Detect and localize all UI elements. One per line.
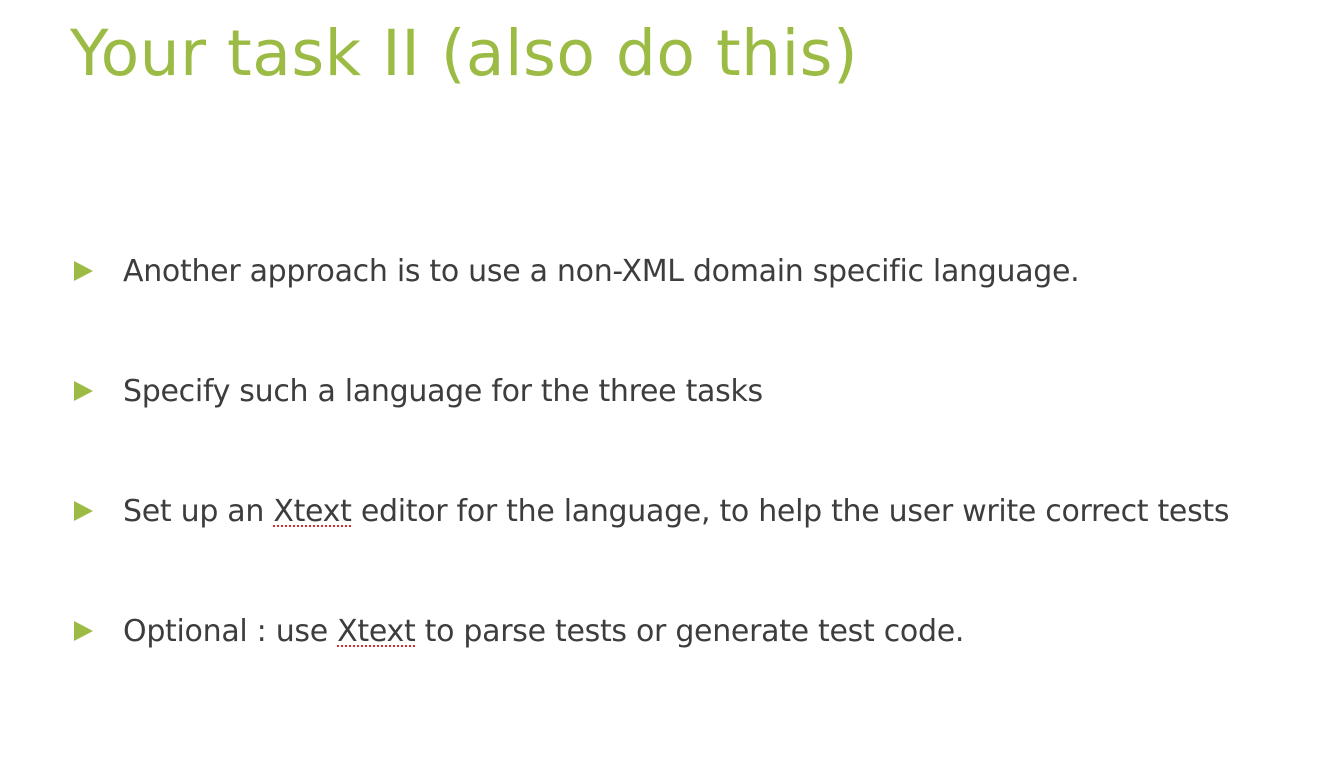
triangle-right-icon xyxy=(74,261,93,281)
bullet-item: Set up an Xtext editor for the language,… xyxy=(74,489,1230,533)
bullet-text: Optional : use Xtext to parse tests or g… xyxy=(123,614,964,649)
bullet-text: Set up an Xtext editor for the language,… xyxy=(123,493,1230,529)
bullet-text: Specify such a language for the three ta… xyxy=(123,374,763,409)
bullet-text: Another approach is to use a non-XML dom… xyxy=(123,253,1080,289)
slide: Your task II (also do this) Another appr… xyxy=(0,0,1342,770)
bullet-text-segment: Optional : use xyxy=(123,613,338,649)
triangle-right-icon xyxy=(74,501,93,521)
bullet-text-segment: to parse tests or generate test code. xyxy=(415,613,965,649)
triangle-right-icon xyxy=(74,621,93,641)
bullet-text-segment: Set up an xyxy=(123,493,274,529)
bullet-text-segment: editor for the language, to help the use… xyxy=(351,493,1230,529)
bullet-list: Another approach is to use a non-XML dom… xyxy=(0,0,1342,770)
bullet-text-segment: Specify such a language for the three ta… xyxy=(123,373,763,409)
spellcheck-flagged-word[interactable]: Xtext xyxy=(337,614,416,649)
triangle-right-icon xyxy=(74,381,93,401)
bullet-item: Specify such a language for the three ta… xyxy=(74,369,763,413)
bullet-item: Optional : use Xtext to parse tests or g… xyxy=(74,609,964,653)
spellcheck-flagged-word[interactable]: Xtext xyxy=(273,494,352,529)
bullet-text-segment: Another approach is to use a non-XML dom… xyxy=(123,253,1080,289)
bullet-item: Another approach is to use a non-XML dom… xyxy=(74,249,1080,293)
